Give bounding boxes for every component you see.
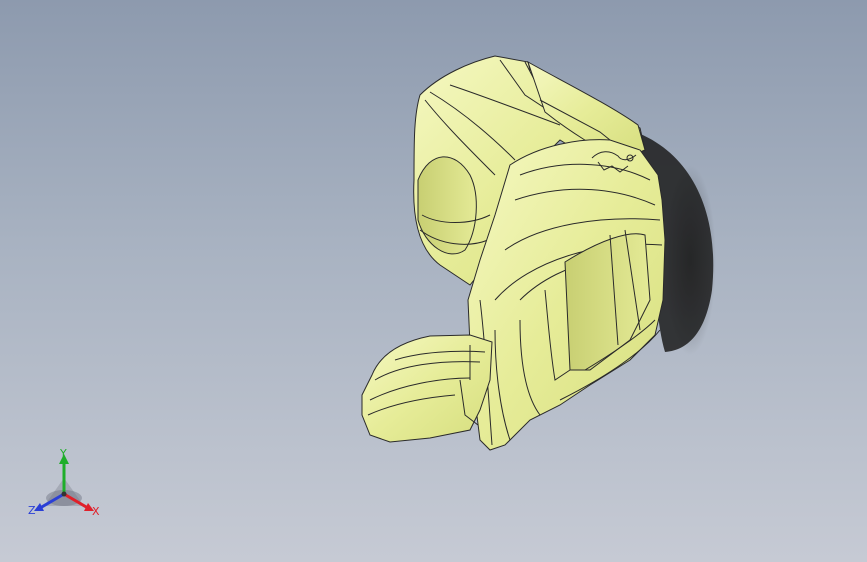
graphics-viewport[interactable]: Y X Z — [0, 0, 867, 562]
seat-armrest — [361, 334, 493, 443]
seat-3d-model[interactable] — [0, 0, 867, 562]
axis-x-label: X — [92, 505, 100, 518]
axis-y-label: Y — [60, 447, 67, 460]
axis-z-label: Z — [28, 504, 36, 517]
axis-triad: Y X Z — [22, 448, 106, 524]
